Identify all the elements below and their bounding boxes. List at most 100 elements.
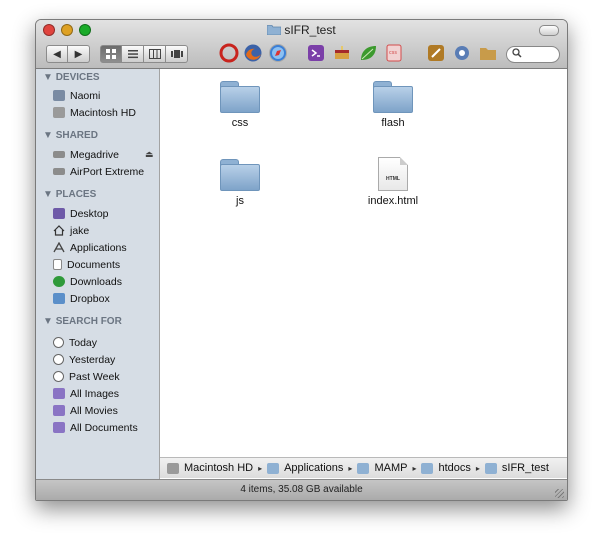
- file-name: css: [231, 117, 249, 129]
- sidebar-header-places[interactable]: ▼ PLACES: [43, 189, 96, 200]
- applications-folder-icon: [267, 462, 280, 474]
- svg-text:css: css: [389, 50, 397, 56]
- sidebar-item-all-documents[interactable]: All Documents: [53, 420, 138, 435]
- applications-icon: [53, 241, 65, 253]
- smart-folder-icon: [53, 388, 65, 399]
- documents-icon: [53, 259, 62, 270]
- forward-button[interactable]: ▶: [68, 45, 90, 63]
- folder-icon: [357, 462, 370, 474]
- sidebar-item-airport-extreme[interactable]: AirPort Extreme: [53, 164, 144, 179]
- search-field[interactable]: [506, 46, 560, 63]
- search-icon: [512, 48, 522, 61]
- sidebar-item-past-week[interactable]: Past Week: [53, 369, 120, 384]
- icon-view-button[interactable]: [100, 45, 122, 63]
- list-view-button[interactable]: [122, 45, 144, 63]
- sidebar-item-applications[interactable]: Applications: [53, 240, 127, 255]
- toolbar-toggle-button[interactable]: [539, 25, 559, 36]
- view-mode-control: [100, 45, 188, 63]
- laptop-icon: [53, 90, 65, 101]
- sidebar-header-search-for[interactable]: ▼ SEARCH FOR: [43, 316, 122, 327]
- home-icon: [53, 225, 65, 236]
- css-edit-icon[interactable]: css: [384, 43, 404, 63]
- sidebar: ▼ DEVICES Naomi Macintosh HD ▼ SHARED Me…: [36, 69, 160, 479]
- path-item-sifr-test[interactable]: sIFR_test: [484, 462, 549, 474]
- file-name: index.html: [367, 195, 419, 207]
- path-item-applications[interactable]: Applications: [267, 462, 343, 474]
- finder-window: sIFR_test ◀ ▶ css ▼ DEVICES Naomi Macint…: [35, 19, 568, 501]
- path-separator-icon: ▸: [412, 463, 417, 473]
- path-separator-icon: ▸: [348, 463, 353, 473]
- dropbox-icon: [53, 293, 65, 304]
- sidebar-item-jake[interactable]: jake: [53, 223, 89, 238]
- file-browser-pane: css flash js HTML index.html: [160, 69, 567, 457]
- file-item-css[interactable]: css: [190, 81, 290, 129]
- clock-icon: [53, 354, 64, 365]
- column-view-button[interactable]: [144, 45, 166, 63]
- coda-app-icon[interactable]: [426, 43, 446, 63]
- textmate-icon[interactable]: [306, 43, 326, 63]
- file-item-flash[interactable]: flash: [343, 81, 443, 129]
- folder-icon: [220, 159, 260, 191]
- file-name: flash: [381, 117, 405, 129]
- path-separator-icon: ▸: [258, 463, 263, 473]
- sidebar-item-downloads[interactable]: Downloads: [53, 274, 122, 289]
- folder-icon: [421, 462, 434, 474]
- network-drive-icon: [53, 168, 65, 175]
- path-item-mamp[interactable]: MAMP: [357, 462, 407, 474]
- sidebar-item-naomi[interactable]: Naomi: [53, 88, 100, 103]
- clock-icon: [53, 337, 64, 348]
- path-item-macintosh-hd[interactable]: Macintosh HD: [167, 462, 253, 474]
- sidebar-item-dropbox[interactable]: Dropbox: [53, 291, 110, 306]
- leaf-app-icon[interactable]: [358, 43, 378, 63]
- folder-icon: [373, 81, 413, 113]
- back-arrow-icon: ◀: [53, 48, 61, 60]
- status-text: 4 items, 35.08 GB available: [240, 484, 363, 495]
- sidebar-item-macintosh-hd[interactable]: Macintosh HD: [53, 105, 136, 120]
- eject-icon[interactable]: ⏏: [145, 149, 154, 160]
- network-drive-icon: [53, 151, 65, 158]
- folder-icon: [484, 462, 497, 474]
- folder-icon: [266, 24, 282, 36]
- sidebar-item-all-movies[interactable]: All Movies: [53, 403, 118, 418]
- desktop-icon: [53, 208, 65, 219]
- file-name: js: [236, 195, 244, 207]
- sidebar-header-devices[interactable]: ▼ DEVICES: [43, 72, 100, 83]
- smart-folder-icon: [53, 405, 65, 416]
- sidebar-item-megadrive[interactable]: Megadrive: [53, 147, 119, 162]
- list-view-icon: [127, 50, 138, 59]
- hard-drive-icon: [167, 462, 179, 474]
- coverflow-view-icon: [170, 50, 183, 58]
- coverflow-view-button[interactable]: [166, 45, 188, 63]
- resize-grip-icon[interactable]: [555, 489, 564, 498]
- sidebar-item-desktop[interactable]: Desktop: [53, 206, 109, 221]
- file-item-js[interactable]: js: [190, 159, 290, 207]
- column-view-icon: [148, 49, 161, 59]
- window-title: sIFR_test: [36, 23, 567, 37]
- sidebar-item-documents[interactable]: Documents: [53, 257, 120, 272]
- sidebar-item-yesterday[interactable]: Yesterday: [53, 352, 115, 367]
- sidebar-item-today[interactable]: Today: [53, 335, 97, 350]
- forward-arrow-icon: ▶: [74, 48, 83, 60]
- back-forward-control: ◀ ▶: [46, 45, 90, 63]
- html-file-icon: HTML: [378, 157, 408, 191]
- file-item-index-html[interactable]: HTML index.html: [343, 157, 443, 207]
- sidebar-item-all-images[interactable]: All Images: [53, 386, 119, 401]
- path-item-htdocs[interactable]: htdocs: [421, 462, 471, 474]
- clock-icon: [53, 371, 64, 382]
- safari-icon[interactable]: [268, 43, 288, 63]
- cake-app-icon[interactable]: [332, 43, 352, 63]
- folder-icon: [220, 81, 260, 113]
- disclosure-triangle-icon: ▼: [43, 189, 53, 200]
- icon-view-icon: [106, 49, 116, 59]
- firefox-icon[interactable]: [243, 43, 263, 63]
- folder-app-icon[interactable]: [478, 43, 498, 63]
- back-button[interactable]: ◀: [46, 45, 68, 63]
- sidebar-header-shared[interactable]: ▼ SHARED: [43, 130, 98, 141]
- smart-folder-icon: [53, 422, 65, 433]
- unison-app-icon[interactable]: [219, 43, 239, 63]
- status-bar: 4 items, 35.08 GB available: [36, 479, 567, 500]
- disclosure-triangle-icon: ▼: [43, 316, 53, 327]
- network-app-icon[interactable]: [452, 43, 472, 63]
- toolbar: sIFR_test ◀ ▶ css: [36, 20, 567, 69]
- hard-drive-icon: [53, 107, 65, 118]
